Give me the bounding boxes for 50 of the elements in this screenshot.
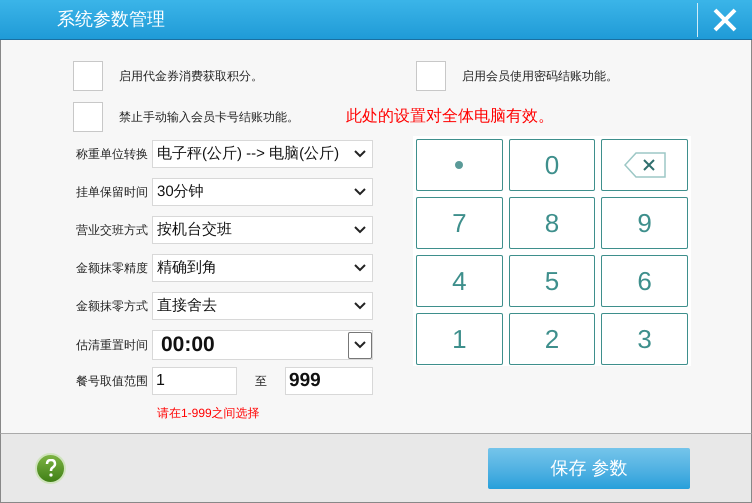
dropdown-button[interactable] bbox=[348, 332, 372, 358]
option-label: 禁止手动输入会员卡号结账功能。 bbox=[119, 109, 299, 126]
keypad-key[interactable]: 7 bbox=[416, 197, 503, 249]
keypad-key[interactable]: 4 bbox=[416, 255, 503, 307]
help-button[interactable] bbox=[35, 452, 66, 484]
save-button[interactable]: 保存 参数 bbox=[488, 448, 690, 488]
backspace-icon bbox=[624, 152, 666, 178]
dot-icon bbox=[455, 161, 464, 169]
caret-icon bbox=[354, 264, 366, 272]
checkbox[interactable] bbox=[416, 61, 446, 91]
checkbox[interactable] bbox=[73, 102, 103, 132]
backspace-key[interactable] bbox=[601, 139, 688, 191]
option-label: 启用会员使用密码结账功能。 bbox=[462, 68, 618, 85]
setting-label: 挂单保留时间 bbox=[75, 184, 149, 201]
dropdown[interactable]: 30分钟 bbox=[152, 178, 373, 206]
setting-label: 营业交班方式 bbox=[75, 222, 149, 239]
caret-icon bbox=[354, 188, 366, 196]
caret-icon bbox=[354, 302, 366, 310]
dropdown[interactable]: 按机台交班 bbox=[152, 216, 373, 244]
keypad-key[interactable]: 6 bbox=[601, 255, 688, 307]
keypad-key[interactable]: 1 bbox=[416, 313, 503, 365]
dropdown[interactable]: 直接舍去 bbox=[152, 292, 373, 320]
keypad-key[interactable]: 3 bbox=[601, 313, 688, 365]
setting-label: 金额抹零方式 bbox=[75, 298, 149, 315]
dropdown[interactable]: 电子秤(公斤) --> 电脑(公斤) bbox=[152, 140, 373, 168]
input-field[interactable]: 1 bbox=[152, 367, 237, 395]
setting-label: 金额抹零精度 bbox=[75, 260, 149, 277]
window-title: 系统参数管理 bbox=[57, 8, 165, 31]
setting-label: 估清重置时间 bbox=[75, 337, 149, 354]
decimal-key[interactable] bbox=[416, 139, 503, 191]
caret-icon bbox=[354, 226, 366, 234]
range-hint: 请在1-999之间选择 bbox=[157, 405, 261, 422]
checkbox[interactable] bbox=[73, 61, 103, 91]
notice-text: 此处的设置对全体电脑有效。 bbox=[346, 106, 554, 127]
time-field[interactable]: 00:00 bbox=[152, 330, 373, 360]
dropdown[interactable]: 精确到角 bbox=[152, 254, 373, 282]
keypad-key[interactable]: 0 bbox=[508, 139, 596, 191]
keypad-key[interactable]: 5 bbox=[508, 255, 596, 307]
caret-icon bbox=[354, 150, 366, 158]
close-icon bbox=[713, 8, 737, 32]
caret-icon bbox=[354, 341, 366, 349]
range-separator: 至 bbox=[254, 373, 268, 390]
keypad-key[interactable]: 2 bbox=[508, 313, 596, 365]
option-label: 启用代金券消费获取积分。 bbox=[119, 68, 263, 85]
input-field[interactable]: 999 bbox=[285, 367, 373, 395]
question-icon bbox=[44, 459, 56, 477]
setting-label: 餐号取值范围 bbox=[75, 373, 149, 390]
keypad-key[interactable]: 8 bbox=[508, 197, 596, 249]
keypad-key[interactable]: 9 bbox=[601, 197, 688, 249]
setting-label: 称重单位转换 bbox=[75, 146, 149, 163]
